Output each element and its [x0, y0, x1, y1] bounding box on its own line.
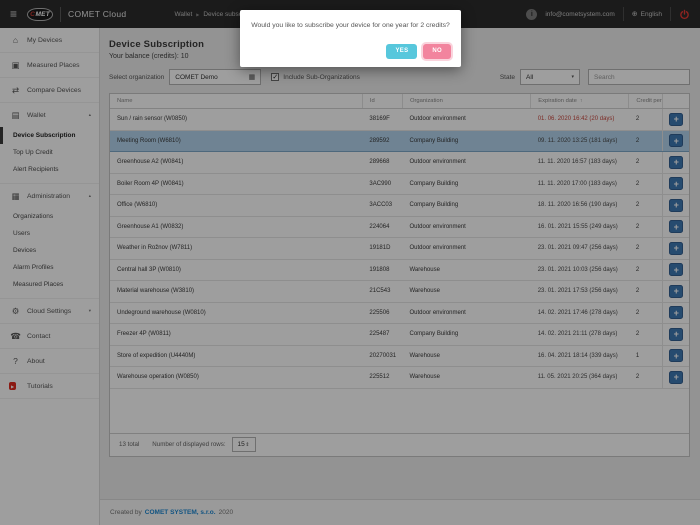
dialog-message: Would you like to subscribe your device … — [250, 21, 451, 31]
no-button[interactable]: NO — [423, 44, 451, 59]
yes-button[interactable]: YES — [386, 44, 417, 59]
subscribe-confirmation-dialog: Would you like to subscribe your device … — [240, 10, 461, 67]
modal-overlay — [0, 0, 700, 525]
dialog-buttons: YES NO — [250, 44, 451, 59]
